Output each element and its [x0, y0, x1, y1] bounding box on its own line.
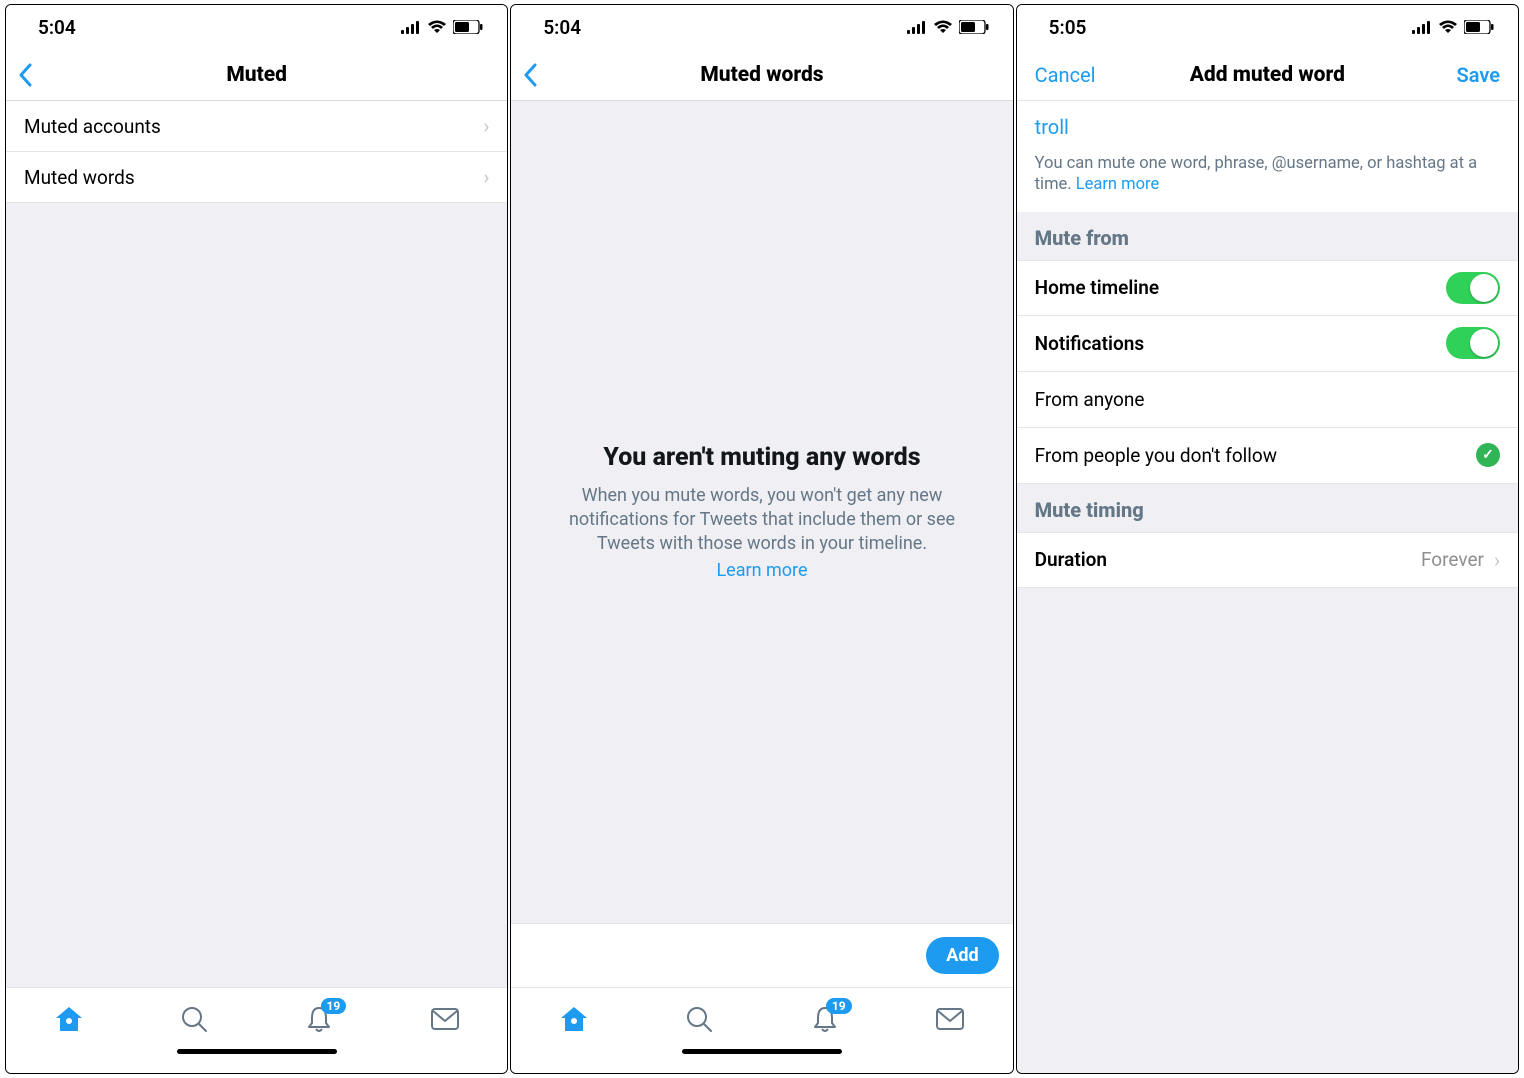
section-mute-from: Mute from [1017, 212, 1518, 260]
status-bar: 5:05 [1017, 5, 1518, 49]
back-button[interactable] [18, 63, 32, 87]
status-time: 5:04 [38, 16, 76, 39]
envelope-icon [430, 1007, 460, 1031]
tab-messages[interactable] [935, 1004, 965, 1034]
help-text: You can mute one word, phrase, @username… [1035, 153, 1500, 196]
notification-badge: 19 [826, 998, 852, 1014]
muted-list: Muted accounts › Muted words › [6, 101, 507, 203]
search-icon [180, 1005, 208, 1033]
screen-muted: 5:04 Muted Muted accounts › Muted words … [5, 4, 508, 1074]
status-bar: 5:04 [511, 5, 1012, 49]
home-indicator[interactable] [511, 1049, 1012, 1073]
home-icon [559, 1005, 589, 1033]
duration-value-wrap: Forever › [1421, 548, 1500, 572]
chevron-right-icon: › [1494, 548, 1500, 572]
save-button[interactable]: Save [1457, 63, 1500, 87]
status-icons [401, 20, 483, 34]
nav-title: Add muted word [1190, 63, 1345, 87]
tab-notifications[interactable]: 19 [810, 1004, 840, 1034]
status-time: 5:04 [543, 16, 581, 39]
learn-more-link[interactable]: Learn more [716, 560, 807, 581]
nav-title: Muted words [700, 63, 823, 87]
add-bar: Add [511, 923, 1012, 987]
tab-home[interactable] [559, 1004, 589, 1034]
row-label: Home timeline [1035, 276, 1159, 299]
add-button[interactable]: Add [926, 937, 998, 974]
cancel-button[interactable]: Cancel [1035, 63, 1096, 87]
wifi-icon [1438, 20, 1458, 34]
home-indicator[interactable] [6, 1049, 507, 1073]
signal-icon [907, 21, 927, 34]
empty-state: You aren't muting any words When you mut… [511, 101, 1012, 923]
duration-row[interactable]: Duration Forever › [1017, 532, 1518, 588]
muted-word-input[interactable]: troll [1035, 115, 1500, 139]
chevron-left-icon [523, 63, 537, 87]
chevron-right-icon: › [483, 165, 489, 189]
from-anyone-row[interactable]: From anyone [1017, 372, 1518, 428]
chevron-right-icon: › [483, 114, 489, 138]
content: You aren't muting any words When you mut… [511, 101, 1012, 987]
content: Muted accounts › Muted words › [6, 101, 507, 987]
notifications-row: Notifications [1017, 316, 1518, 372]
row-label: From people you don't follow [1035, 444, 1277, 467]
status-time: 5:05 [1049, 16, 1087, 39]
muted-accounts-row[interactable]: Muted accounts › [6, 101, 507, 152]
home-timeline-row: Home timeline [1017, 260, 1518, 316]
home-timeline-toggle[interactable] [1446, 272, 1500, 304]
battery-icon [959, 20, 989, 34]
word-input-section: troll You can mute one word, phrase, @us… [1017, 101, 1518, 212]
scope-group: From anyone From people you don't follow… [1017, 372, 1518, 484]
tab-bar: 19 [511, 987, 1012, 1049]
status-bar: 5:04 [6, 5, 507, 49]
tab-notifications[interactable]: 19 [304, 1004, 334, 1034]
notifications-toggle[interactable] [1446, 327, 1500, 359]
learn-more-link[interactable]: Learn more [1076, 175, 1159, 194]
wifi-icon [427, 20, 447, 34]
screen-add-muted-word: 5:05 Cancel Add muted word Save troll Yo… [1016, 4, 1519, 1074]
empty-title: You aren't muting any words [603, 443, 920, 472]
back-button[interactable] [523, 63, 537, 87]
battery-icon [1464, 20, 1494, 34]
content: troll You can mute one word, phrase, @us… [1017, 101, 1518, 1073]
check-icon: ✓ [1476, 443, 1500, 467]
search-icon [685, 1005, 713, 1033]
envelope-icon [935, 1007, 965, 1031]
screen-muted-words: 5:04 Muted words You aren't muting any w… [510, 4, 1013, 1074]
tab-bar: 19 [6, 987, 507, 1049]
duration-value: Forever [1421, 548, 1484, 571]
row-label: From anyone [1035, 388, 1145, 411]
row-label: Notifications [1035, 332, 1144, 355]
chevron-left-icon [18, 63, 32, 87]
signal-icon [1412, 21, 1432, 34]
nav-bar: Muted words [511, 49, 1012, 101]
status-icons [907, 20, 989, 34]
signal-icon [401, 21, 421, 34]
row-label: Muted accounts [24, 115, 161, 138]
nav-title: Muted [226, 63, 287, 87]
wifi-icon [933, 20, 953, 34]
home-icon [54, 1005, 84, 1033]
nav-bar: Cancel Add muted word Save [1017, 49, 1518, 101]
battery-icon [453, 20, 483, 34]
row-label: Muted words [24, 166, 135, 189]
nav-bar: Muted [6, 49, 507, 101]
muted-words-row[interactable]: Muted words › [6, 152, 507, 203]
empty-text: When you mute words, you won't get any n… [541, 484, 982, 557]
tab-messages[interactable] [430, 1004, 460, 1034]
status-icons [1412, 20, 1494, 34]
notification-badge: 19 [321, 998, 347, 1014]
tab-search[interactable] [684, 1004, 714, 1034]
from-people-row[interactable]: From people you don't follow ✓ [1017, 428, 1518, 484]
tab-home[interactable] [54, 1004, 84, 1034]
tab-search[interactable] [179, 1004, 209, 1034]
row-label: Duration [1035, 548, 1107, 571]
section-mute-timing: Mute timing [1017, 484, 1518, 532]
